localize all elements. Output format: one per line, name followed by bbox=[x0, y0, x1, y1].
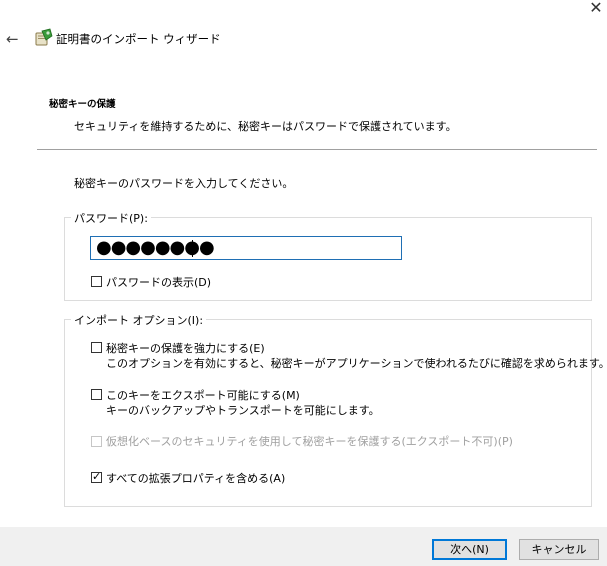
strong-protection-checkbox[interactable] bbox=[91, 342, 102, 353]
back-button[interactable]: ← bbox=[6, 30, 19, 48]
next-button[interactable]: 次へ(N) bbox=[432, 539, 507, 560]
extended-properties-checkbox[interactable]: ✓ bbox=[91, 470, 102, 483]
show-password-label[interactable]: パスワードの表示(D) bbox=[106, 274, 211, 290]
show-password-checkbox[interactable] bbox=[91, 276, 102, 287]
import-options-legend: インポート オプション(I): bbox=[71, 312, 207, 328]
section-title: 秘密キーの保護 bbox=[49, 99, 116, 110]
exportable-key-description: キーのバックアップやトランスポートを可能にします。 bbox=[106, 404, 380, 417]
close-button[interactable]: ✕ bbox=[586, 0, 606, 18]
password-prompt: 秘密キーのパスワードを入力してください。 bbox=[74, 177, 294, 190]
strong-protection-description: このオプションを有効にすると、秘密キーがアプリケーションで使われるたびに確認を求… bbox=[106, 357, 607, 370]
header-divider bbox=[37, 149, 597, 150]
strong-protection-label[interactable]: 秘密キーの保護を強力にする(E) bbox=[106, 340, 265, 356]
certificate-wizard-icon bbox=[34, 27, 54, 47]
vbs-protection-checkbox bbox=[91, 436, 102, 447]
checkmark-icon: ✓ bbox=[92, 470, 102, 483]
close-icon: ✕ bbox=[589, 0, 603, 17]
password-group-legend: パスワード(P): bbox=[71, 210, 151, 226]
exportable-key-label[interactable]: このキーをエクスポート可能にする(M) bbox=[106, 387, 300, 403]
vbs-protection-label: 仮想化ベースのセキュリティを使用して秘密キーを保護する(エクスポート不可)(P) bbox=[106, 435, 513, 448]
wizard-title: 証明書のインポート ウィザード bbox=[56, 32, 221, 46]
extended-properties-label[interactable]: すべての拡張プロパティを含める(A) bbox=[106, 470, 285, 486]
password-masked-value: ●●●●●●●● bbox=[96, 237, 215, 258]
exportable-key-checkbox[interactable] bbox=[91, 389, 102, 400]
back-arrow-icon: ← bbox=[6, 30, 19, 48]
text-caret bbox=[192, 240, 193, 257]
cancel-button[interactable]: キャンセル bbox=[519, 539, 599, 560]
password-input[interactable]: ●●●●●●●● bbox=[90, 236, 402, 260]
footer-bar bbox=[0, 527, 607, 566]
section-description: セキュリティを維持するために、秘密キーはパスワードで保護されています。 bbox=[74, 120, 457, 133]
